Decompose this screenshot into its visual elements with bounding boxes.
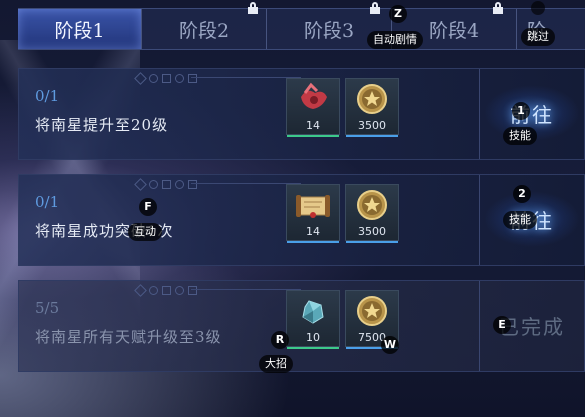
rarity-bar bbox=[346, 241, 398, 243]
card-ornament bbox=[134, 177, 197, 191]
rarity-bar bbox=[287, 241, 339, 243]
card-ornament-line bbox=[191, 77, 301, 78]
hotkey-2-badge: 2 bbox=[513, 185, 531, 203]
gold-star-coin-icon bbox=[357, 190, 387, 220]
lock-icon bbox=[370, 2, 380, 14]
card-divider bbox=[479, 69, 480, 159]
task-description: 将南星所有天赋升级至3级 bbox=[35, 328, 222, 346]
stage-tab-bar: 阶段1 阶段2 阶段3 阶段4 阶 bbox=[18, 2, 585, 50]
reward-item[interactable]: 14 bbox=[286, 78, 340, 137]
card-divider bbox=[479, 175, 480, 265]
task-description: 将南星提升至20级 bbox=[35, 116, 169, 134]
reward-item[interactable]: 3500 bbox=[345, 78, 399, 137]
hotkey-e-badge: E bbox=[493, 316, 511, 334]
rarity-bar bbox=[287, 347, 339, 349]
skill-hint-label: 技能 bbox=[503, 127, 537, 145]
lock-icon bbox=[493, 2, 503, 14]
skip-key-badge bbox=[531, 1, 545, 15]
gold-star-coin-icon bbox=[357, 296, 387, 326]
auto-story-button[interactable]: 自动剧情 bbox=[367, 31, 423, 49]
card-divider bbox=[479, 281, 480, 371]
rarity-bar bbox=[346, 135, 398, 137]
interact-hint-label: 互动 bbox=[128, 223, 162, 241]
blue-crystal-icon bbox=[302, 300, 324, 324]
rarity-bar bbox=[287, 135, 339, 137]
task-progress: 5/5 bbox=[35, 299, 60, 317]
ultimate-hint-label: 大招 bbox=[259, 355, 293, 373]
task-progress: 0/1 bbox=[35, 193, 60, 211]
reward-item[interactable]: 10 bbox=[286, 290, 340, 349]
reward-count: 3500 bbox=[358, 119, 386, 132]
hotkey-z-badge: Z bbox=[389, 5, 407, 23]
reward-item[interactable]: 14 bbox=[286, 184, 340, 243]
tab-label: 阶段4 bbox=[428, 19, 480, 42]
task-progress: 0/1 bbox=[35, 87, 60, 105]
tab-stage-1[interactable]: 阶段1 bbox=[18, 9, 142, 49]
tab-label: 阶段2 bbox=[178, 19, 230, 42]
skill-hint-label: 技能 bbox=[503, 211, 537, 229]
reward-count: 14 bbox=[306, 225, 320, 238]
red-cloth-material-icon bbox=[301, 82, 327, 109]
reward-count: 10 bbox=[306, 331, 320, 344]
tab-stage-2[interactable]: 阶段2 bbox=[142, 2, 267, 49]
task-card-2: 0/1 将南星成功突破1次 14 3500 前往 bbox=[18, 174, 585, 266]
card-ornament-line bbox=[191, 183, 301, 184]
hotkey-w-badge: W bbox=[381, 336, 399, 354]
card-ornament-line bbox=[191, 289, 301, 290]
tab-label: 阶段3 bbox=[303, 19, 355, 42]
reward-count: 3500 bbox=[358, 225, 386, 238]
lock-icon bbox=[248, 2, 258, 14]
skip-button[interactable]: 跳过 bbox=[521, 28, 555, 46]
card-ornament bbox=[134, 283, 197, 297]
card-ornament bbox=[134, 71, 197, 85]
reward-item[interactable]: 3500 bbox=[345, 184, 399, 243]
task-card-1: 0/1 将南星提升至20级 14 3500 前往 bbox=[18, 68, 585, 160]
scroll-material-icon bbox=[296, 195, 330, 218]
gold-star-coin-icon bbox=[357, 84, 387, 114]
hotkey-f-badge: F bbox=[139, 198, 157, 216]
reward-count: 14 bbox=[306, 119, 320, 132]
hotkey-1-badge: 1 bbox=[512, 102, 530, 120]
tab-label: 阶段1 bbox=[54, 19, 105, 42]
hotkey-r-badge: R bbox=[271, 331, 289, 349]
